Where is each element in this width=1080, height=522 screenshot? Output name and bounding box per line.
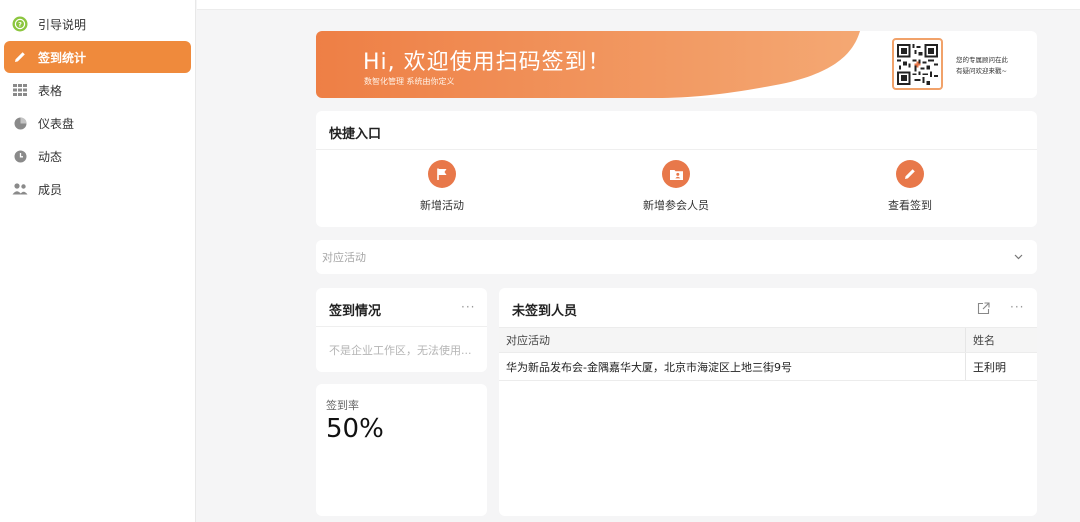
checkin-rate-card: 签到率 50% bbox=[316, 384, 487, 516]
absent-people-card: 未签到人员 ··· 对应活动 姓名 华为新品发布会-金隅嘉华大厦，北京市海淀区上… bbox=[499, 288, 1037, 516]
advisor-note-line1: 您的专属顾问在此 bbox=[956, 56, 1008, 64]
pencil-icon bbox=[896, 160, 924, 188]
sidebar-item-label: 引导说明 bbox=[38, 17, 87, 32]
sidebar-item-label: 成员 bbox=[38, 182, 63, 197]
sidebar-item-label: 动态 bbox=[38, 149, 63, 164]
pie-chart-icon bbox=[12, 115, 28, 131]
members-icon bbox=[12, 181, 28, 197]
column-header-activity[interactable]: 对应活动 bbox=[499, 328, 965, 352]
divider bbox=[316, 149, 1037, 150]
table-header: 对应活动 姓名 bbox=[499, 327, 1037, 353]
sidebar-item-activity[interactable]: 动态 bbox=[4, 140, 191, 172]
banner-subtitle: 数智化管理 系统由你定义 bbox=[364, 77, 455, 86]
add-activity-label: 新增活动 bbox=[420, 199, 464, 212]
cell-activity: 华为新品发布会-金隅嘉华大厦，北京市海淀区上地三街9号 bbox=[506, 360, 792, 374]
add-attendee-button[interactable]: 新增参会人员 bbox=[606, 160, 746, 213]
column-header-name[interactable]: 姓名 bbox=[965, 328, 1037, 352]
sidebar-item-label: 签到统计 bbox=[38, 50, 87, 65]
welcome-banner: Hi, 欢迎使用扫码签到！ 数智化管理 系统由你定义 您的专属顾问在此 有疑问欢… bbox=[316, 31, 1037, 98]
add-activity-button[interactable]: 新增活动 bbox=[372, 160, 512, 213]
flag-icon bbox=[428, 160, 456, 188]
banner-title: Hi, 欢迎使用扫码签到！ bbox=[363, 50, 611, 75]
sidebar-item-label: 仪表盘 bbox=[38, 116, 75, 131]
grid-icon bbox=[12, 82, 28, 98]
svg-text:?: ? bbox=[18, 20, 22, 28]
sidebar-item-guide[interactable]: ? 引导说明 bbox=[4, 8, 191, 40]
divider bbox=[316, 326, 487, 327]
absent-people-title: 未签到人员 bbox=[512, 304, 578, 319]
quick-entry-title: 快捷入口 bbox=[329, 127, 382, 142]
sidebar-item-label: 表格 bbox=[38, 83, 63, 98]
sidebar: ? 引导说明 签到统计 表格 仪表盘 动态 成员 bbox=[0, 0, 196, 522]
external-link-icon[interactable] bbox=[977, 300, 990, 319]
sidebar-item-members[interactable]: 成员 bbox=[4, 173, 191, 205]
sidebar-item-dashboard[interactable]: 仪表盘 bbox=[4, 107, 191, 139]
qr-code[interactable] bbox=[892, 38, 943, 90]
checkin-rate-label: 签到率 bbox=[326, 399, 359, 412]
pencil-icon bbox=[12, 49, 28, 65]
table-row[interactable]: 华为新品发布会-金隅嘉华大厦，北京市海淀区上地三街9号 王利明 bbox=[499, 353, 1037, 381]
cell-name: 王利明 bbox=[965, 353, 1037, 380]
view-checkin-button[interactable]: 查看签到 bbox=[840, 160, 980, 213]
chevron-down-icon bbox=[1014, 252, 1023, 263]
qr-code-icon bbox=[897, 43, 938, 85]
activity-select-placeholder: 对应活动 bbox=[322, 251, 366, 264]
top-bar bbox=[197, 0, 1080, 10]
contact-card-icon bbox=[662, 160, 690, 188]
help-circle-icon: ? bbox=[12, 16, 28, 32]
checkin-status-card: 签到情况 ··· 不是企业工作区，无法使用... bbox=[316, 288, 487, 372]
checkin-status-message: 不是企业工作区，无法使用... bbox=[329, 344, 472, 357]
add-attendee-label: 新增参会人员 bbox=[643, 199, 709, 212]
quick-entry-panel: 快捷入口 新增活动 新增参会人员 查看签到 bbox=[316, 111, 1037, 227]
clock-icon bbox=[12, 148, 28, 164]
sidebar-item-checkin-stats[interactable]: 签到统计 bbox=[4, 41, 191, 73]
advisor-note-line2: 有疑问欢迎来戳~ bbox=[956, 67, 1007, 75]
activity-select[interactable]: 对应活动 bbox=[316, 240, 1037, 274]
sidebar-item-table[interactable]: 表格 bbox=[4, 74, 191, 106]
checkin-status-title: 签到情况 bbox=[329, 304, 382, 319]
view-checkin-label: 查看签到 bbox=[888, 199, 932, 212]
more-options-icon[interactable]: ··· bbox=[461, 300, 475, 314]
advisor-note: 您的专属顾问在此 有疑问欢迎来戳~ bbox=[956, 55, 1008, 77]
checkin-rate-value: 50% bbox=[326, 414, 384, 444]
more-options-icon[interactable]: ··· bbox=[1010, 300, 1024, 314]
